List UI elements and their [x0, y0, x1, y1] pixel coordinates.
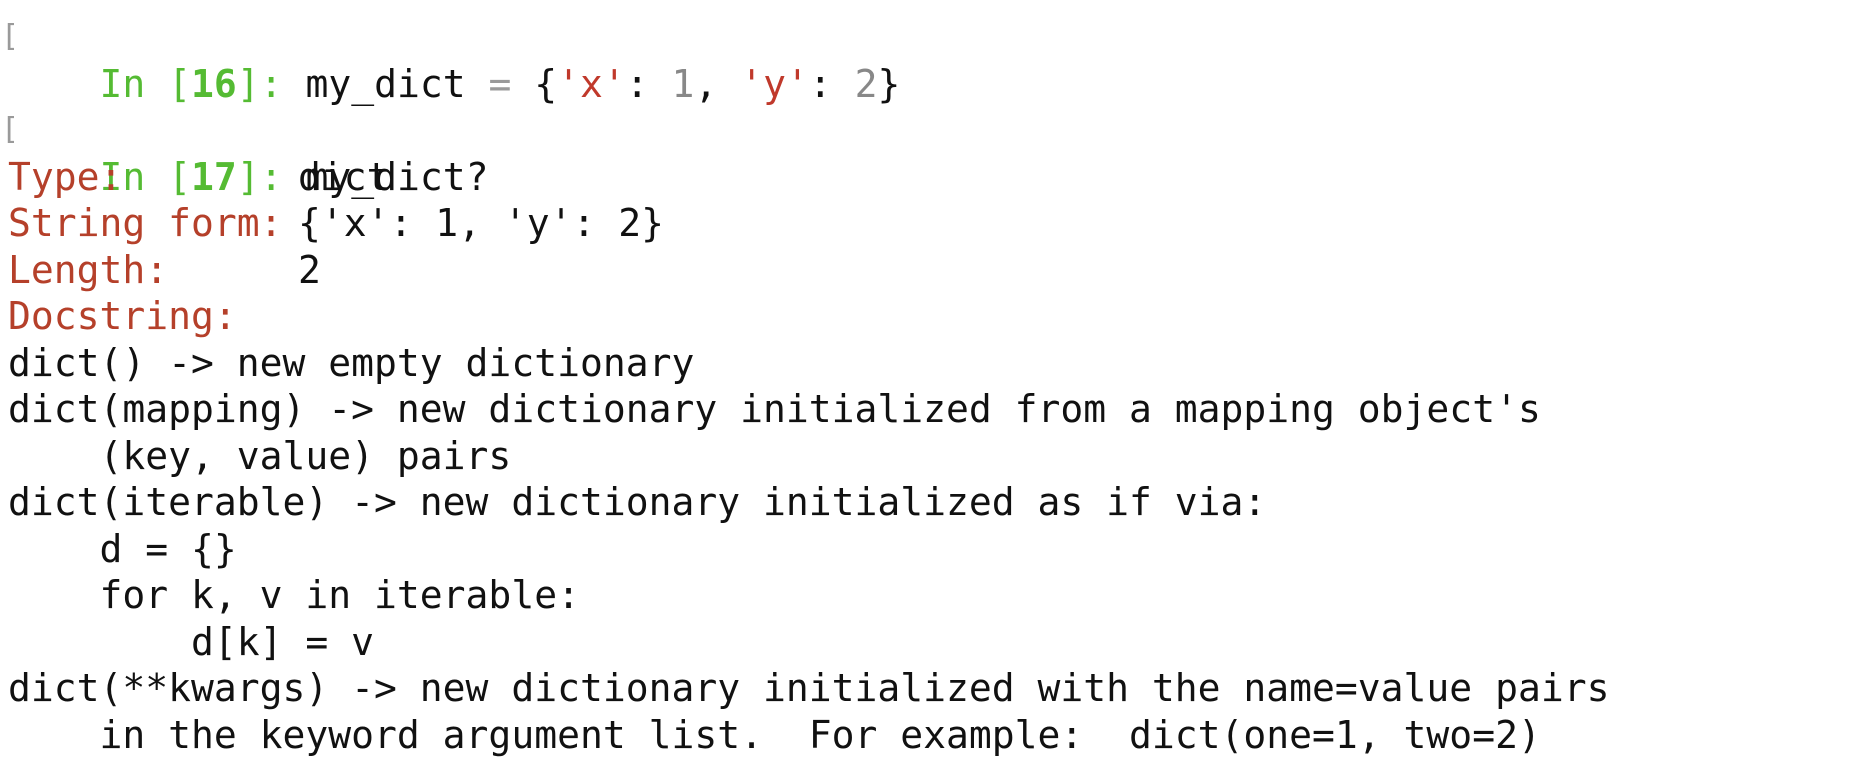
string-form-label: String form:: [8, 201, 283, 245]
cell-bracket-marker: [: [1, 19, 20, 54]
docstring-label: Docstring:: [8, 294, 237, 338]
docstring-line: dict(mapping) -> new dictionary initiali…: [8, 387, 1541, 431]
docstring-line: for k, v in iterable:: [8, 573, 580, 617]
docstring-line: in the keyword argument list. For exampl…: [8, 712, 1541, 757]
length-value: 2: [298, 247, 321, 292]
docstring-line: dict(iterable) -> new dictionary initial…: [8, 480, 1267, 524]
input-line-16: [In [16]: my_dict = {'x': 1, 'y': 2}: [1, 14, 1864, 106]
ipython-terminal[interactable]: [In [16]: my_dict = {'x': 1, 'y': 2} [In…: [0, 0, 1864, 758]
length-label: Length:: [8, 247, 169, 292]
docstring-line: d[k] = v: [8, 619, 375, 664]
input-line-17: [In [17]: my_dict?: [1, 107, 1864, 199]
info-type-row: Type: dict: [8, 154, 1864, 201]
docstring-line: dict(**kwargs) -> new dictionary initial…: [8, 666, 1610, 710]
string-form-value: {'x': 1, 'y': 2}: [298, 201, 665, 245]
cell-bracket-marker: [: [1, 112, 20, 147]
type-label: Type:: [8, 154, 123, 199]
info-length-row: Length: 2: [8, 247, 1864, 294]
docstring-line: (key, value) pairs: [8, 433, 512, 478]
info-string-form-row: String form: {'x': 1, 'y': 2}: [8, 200, 1864, 247]
type-value: dict: [298, 154, 390, 199]
info-docstring-row: Docstring:: [8, 293, 1864, 340]
docstring-line: dict() -> new empty dictionary: [8, 340, 695, 385]
docstring-line: d = {}: [8, 526, 237, 571]
